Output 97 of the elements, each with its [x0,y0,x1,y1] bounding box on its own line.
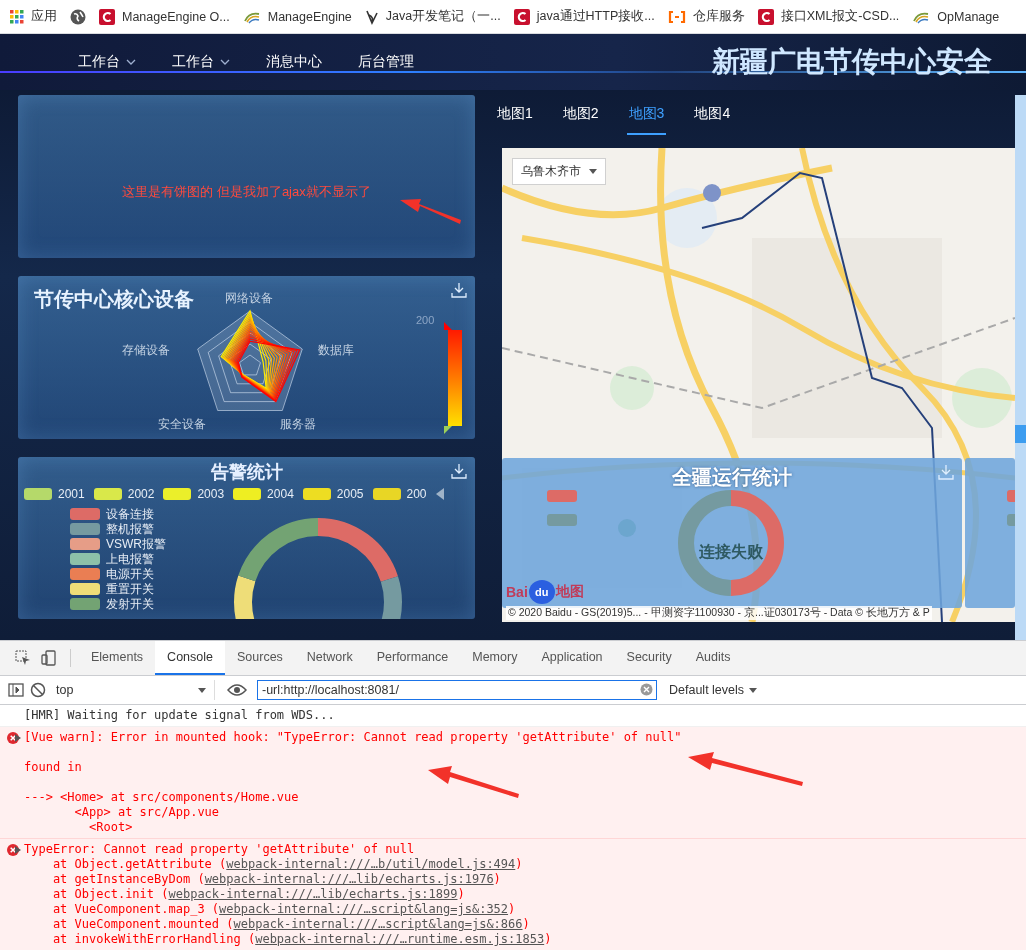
caret-icon [589,169,597,174]
bookmark[interactable]: OpManage [912,8,1000,25]
axis-label: 存储设备 [122,342,170,359]
bookmark[interactable]: Java开发笔记（一... [364,8,501,25]
console-line: at Object.getAttribute (webpack-internal:///…b/util/model.js:494) [51,857,524,872]
source-link[interactable]: webpack-internal:///…b/util/model.js:494 [226,857,516,871]
devtools-tab[interactable]: Audits [683,641,743,675]
brand-icon [99,8,115,25]
bookmark[interactable] [70,8,86,25]
page-left-icon[interactable] [435,488,444,500]
download-icon[interactable] [451,282,467,298]
map-tab[interactable]: 地图2 [560,95,601,135]
devtools-tab[interactable]: Performance [364,641,461,675]
legend-label: 2004 [267,487,294,501]
scale-label: 200 [416,314,435,326]
axis-label: 网络设备 [225,290,273,307]
legend-label: 发射开关 [106,597,154,611]
nav-item[interactable]: 消息中心 [266,53,322,71]
source-link[interactable]: webpack-internal:///…lib/echarts.js:1899 [168,887,458,901]
brand-icon [757,8,774,25]
dashboard-title: 新疆广电节传中心安全 [712,45,993,79]
caret-icon [749,687,758,693]
legend-label: 2002 [127,487,155,501]
console-line: at Object.init (webpack-internal:///…lib/echarts.js:1899) [51,887,466,902]
legend-label: 重置开关 [106,582,154,596]
console-line: at getInstanceByDom (webpack-internal:///…lib/echarts.js:1976) [51,872,502,887]
source-link[interactable]: webpack-internal:///…script&lang=js&:866 [233,917,523,931]
legend-label: VSWR报警 [106,537,166,551]
levels-dropdown[interactable]: Default levels [663,682,764,698]
clear-console-icon[interactable] [30,682,46,698]
filter-field[interactable]: -url:http://localhost:8081/ [257,680,657,700]
console-line: <App> at src/App.vue [73,805,221,820]
context-select[interactable]: top [52,680,215,700]
chart-center-label: 连接失败 [698,542,764,562]
axis-label: 服务器 [280,416,316,433]
legend-label: 设备连接 [106,507,154,521]
bracket-icon [667,9,686,24]
legend-label: 2005 [336,487,364,501]
devtools-tab[interactable]: Application [529,641,615,675]
bookmark[interactable]: 接口XML报文-CSD... [757,8,900,25]
devtools-tab[interactable]: Console [155,641,225,675]
nav-item[interactable]: 工作台 [172,53,230,71]
scroll-bar[interactable] [1015,95,1026,640]
devtools-tab[interactable]: Memory [460,641,530,675]
panel-title: 全疆运行统计 [671,465,793,490]
legend-label: 电源开关 [106,567,154,581]
note-text: 这里是有饼图的 但是我加了ajax就不显示了 [121,183,372,201]
legend-label: 整机报警 [106,522,154,536]
console-line: [HMR] Waiting for update signal from WDS... [24,708,336,723]
bookmark[interactable]: ManageEngine O... [99,8,230,25]
axis-label: 安全设备 [158,416,206,433]
console-line: at invokeWithErrorHandling (webpack-internal:///…runtime.esm.js:1853) [51,932,553,947]
map-tab[interactable]: 地图3 [626,95,667,135]
download-icon[interactable] [451,463,467,479]
annotation-arrow [400,199,461,224]
eye-icon[interactable] [227,683,247,697]
legend-label: 2001 [58,487,85,501]
sidebar-icon[interactable] [8,683,24,697]
brand-icon [513,8,530,25]
legend-label: 200 [406,487,427,501]
copyright-text: © 2020 Baidu - GS(2019)5... - 甲测资字1100930 - 京...证030173号 - Data © 长地万方 & P [506,606,932,620]
console-line: <Root> [88,820,134,835]
clear-icon[interactable] [640,683,653,696]
console-line: at VueComponent.mounted (webpack-internal:///…script&lang=js&:866) [51,917,531,932]
bookmark[interactable]: java通过HTTP接收... [513,8,655,25]
nav-item[interactable]: 后台管理 [358,53,414,71]
map-logo: Bai du 地图 [506,580,584,604]
console-line: [Vue warn]: Error in mounted hook: "TypeError: Cannot read property 'getAttribute' of null" [24,730,683,745]
devtools-tab[interactable]: Network [294,641,365,675]
console-line: at VueComponent.map_3 (webpack-internal:///…script&lang=js&:352) [51,902,517,917]
panel-title: 节传中心核心设备 [34,287,194,312]
bookmark[interactable]: 仓库服务 [667,8,745,25]
source-link[interactable]: webpack-internal:///…runtime.esm.js:1853 [255,932,545,946]
bookmark[interactable]: 应用 [10,8,57,25]
legend-label: 上电报警 [106,552,154,566]
map-tab[interactable]: 地图1 [495,95,535,135]
bookmark[interactable]: ManageEngine [242,8,352,25]
apps-icon [10,9,24,24]
caret-icon [198,687,206,693]
devtools-tab[interactable]: Sources [225,641,295,675]
devtools-tab[interactable]: Security [614,641,684,675]
expand-icon[interactable] [15,846,21,854]
source-link[interactable]: webpack-internal:///…script&lang=js&:352 [219,902,509,916]
console-line: ---> <Home> at src/components/Home.vue [24,790,300,805]
panel-title: 告警统计 [209,461,284,483]
globe-icon [70,8,86,25]
legend-label: 2003 [197,487,225,501]
city-dropdown[interactable]: 乌鲁木齐市 [512,158,606,185]
console-line: TypeError: Cannot read property 'getAttribute' of null [24,842,416,857]
axis-label: 数据库 [318,342,354,359]
source-link[interactable]: webpack-internal:///…lib/echarts.js:1976 [204,872,494,886]
nav-item[interactable]: 工作台 [78,53,136,71]
java-icon [364,8,379,25]
map-tab[interactable]: 地图4 [692,95,733,135]
console-line: found in [24,760,83,775]
devtools-tab[interactable]: Elements [79,641,156,675]
expand-icon[interactable] [15,734,21,742]
